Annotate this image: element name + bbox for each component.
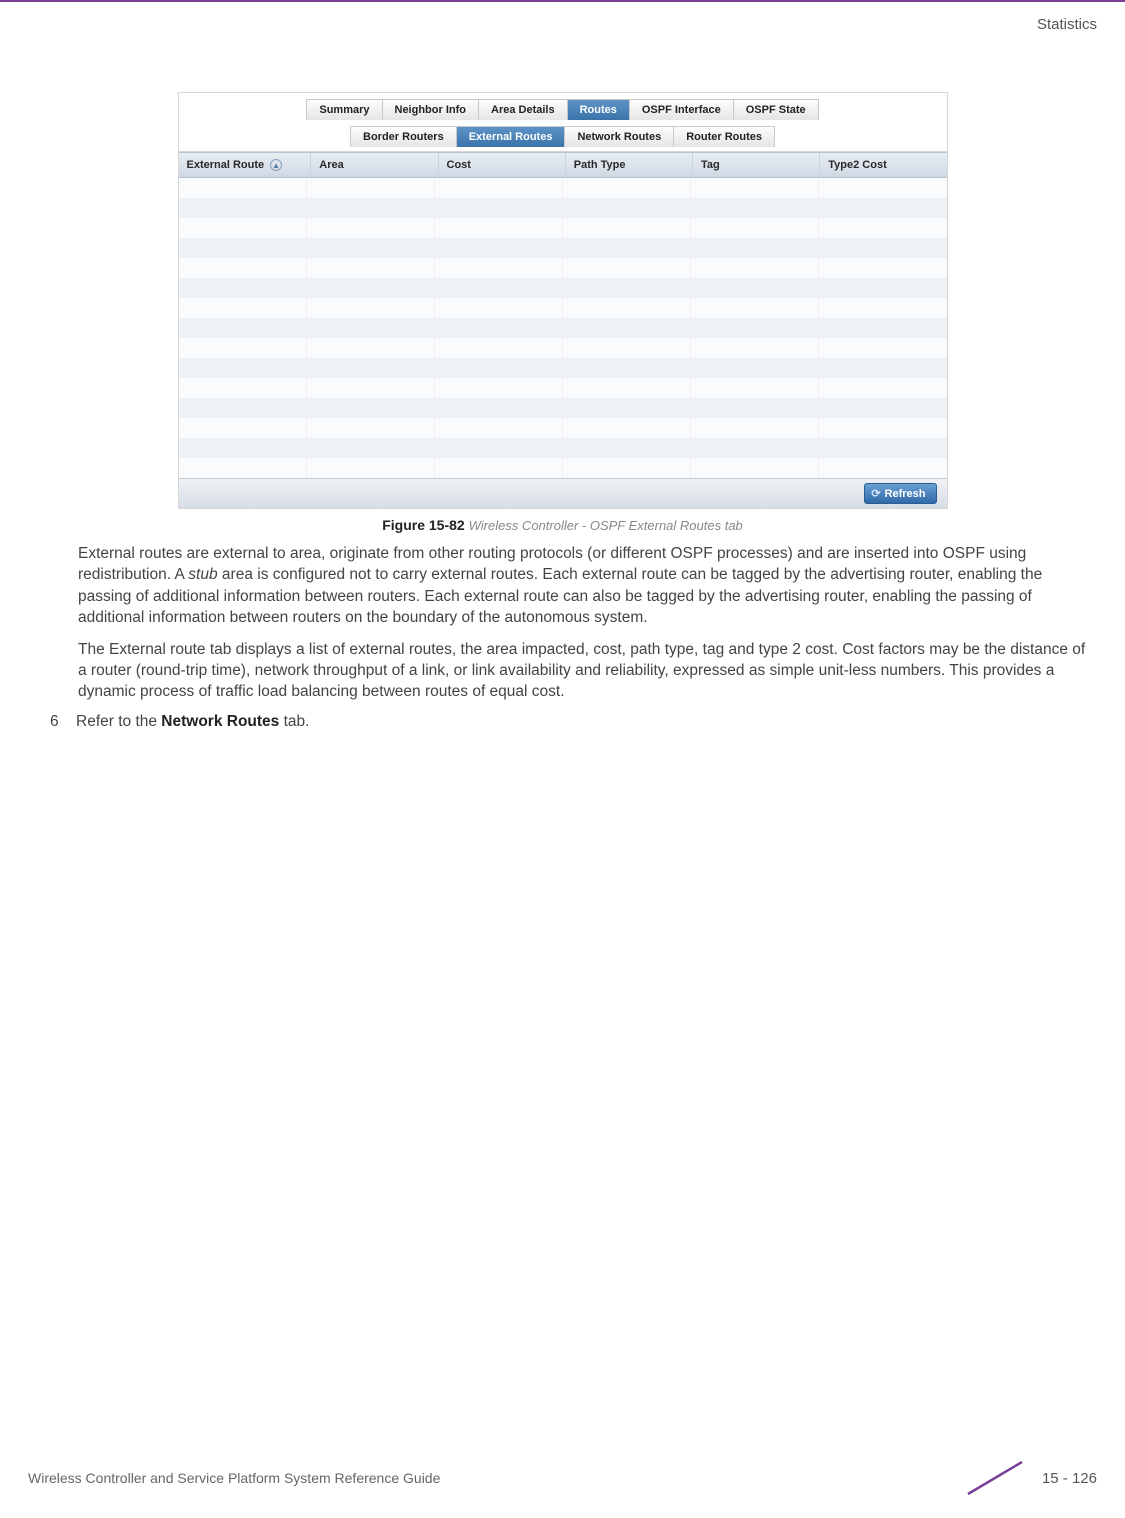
table-row <box>179 178 947 198</box>
refresh-button-label: Refresh <box>885 488 926 500</box>
table-row <box>179 298 947 318</box>
page-footer: Wireless Controller and Service Platform… <box>28 1460 1097 1496</box>
table-body <box>179 178 947 478</box>
step-text-b: tab. <box>279 713 309 730</box>
table-row <box>179 398 947 418</box>
table-row <box>179 218 947 238</box>
subtab-border-routers[interactable]: Border Routers <box>351 127 457 147</box>
subtab-external-routes[interactable]: External Routes <box>457 127 566 147</box>
footer-guide-title: Wireless Controller and Service Platform… <box>28 1470 440 1486</box>
primary-tabs-row: Summary Neighbor Info Area Details Route… <box>179 93 947 120</box>
refresh-button[interactable]: ⟳ Refresh <box>864 483 936 504</box>
step-text-a: Refer to the <box>76 713 161 730</box>
table-row <box>179 438 947 458</box>
figure-title: Wireless Controller - OSPF External Rout… <box>469 518 743 533</box>
col-path-type[interactable]: Path Type <box>566 153 693 177</box>
table-row <box>179 458 947 478</box>
table-row <box>179 418 947 438</box>
p1-stub-word: stub <box>188 566 217 583</box>
subtab-network-routes[interactable]: Network Routes <box>565 127 674 147</box>
ospf-screenshot: Summary Neighbor Info Area Details Route… <box>178 92 948 509</box>
sort-asc-icon: ▲ <box>270 159 282 171</box>
tab-ospf-state[interactable]: OSPF State <box>734 100 818 120</box>
subtab-router-routes[interactable]: Router Routes <box>674 127 774 147</box>
figure-number: Figure 15-82 <box>382 517 464 533</box>
table-row <box>179 198 947 218</box>
table-row <box>179 318 947 338</box>
paragraph-1: External routes are external to area, or… <box>78 543 1093 629</box>
table-row <box>179 338 947 358</box>
table-row <box>179 278 947 298</box>
col-cost[interactable]: Cost <box>439 153 566 177</box>
footer-slash-icon <box>960 1460 1030 1496</box>
p1-part-b: area is configured not to carry external… <box>78 566 1042 626</box>
table-row <box>179 378 947 398</box>
screenshot-footer-bar: ⟳ Refresh <box>179 478 947 508</box>
refresh-icon: ⟳ <box>871 487 880 500</box>
table-row <box>179 258 947 278</box>
tab-ospf-interface[interactable]: OSPF Interface <box>630 100 734 120</box>
table-row <box>179 238 947 258</box>
tab-area-details[interactable]: Area Details <box>479 100 568 120</box>
step-bold-ref: Network Routes <box>161 713 279 730</box>
tab-routes[interactable]: Routes <box>568 100 630 120</box>
secondary-tabs-row: Border Routers External Routes Network R… <box>179 120 947 152</box>
col-external-route-label: External Route <box>187 159 265 171</box>
col-tag[interactable]: Tag <box>693 153 820 177</box>
step-number: 6 <box>50 713 64 731</box>
col-area[interactable]: Area <box>311 153 438 177</box>
col-type2-cost[interactable]: Type2 Cost <box>820 153 946 177</box>
paragraph-2: The External route tab displays a list o… <box>78 639 1093 703</box>
page-header-section: Statistics <box>1037 16 1097 33</box>
table-row <box>179 358 947 378</box>
table-header-row: External Route ▲ Area Cost Path Type Tag… <box>179 152 947 178</box>
figure-caption: Figure 15-82 Wireless Controller - OSPF … <box>32 517 1093 533</box>
col-external-route[interactable]: External Route ▲ <box>179 153 312 177</box>
footer-page-number: 15 - 126 <box>1042 1470 1097 1487</box>
step-6: 6 Refer to the Network Routes tab. <box>50 713 1093 731</box>
tab-summary[interactable]: Summary <box>307 100 382 120</box>
tab-neighbor-info[interactable]: Neighbor Info <box>383 100 480 120</box>
